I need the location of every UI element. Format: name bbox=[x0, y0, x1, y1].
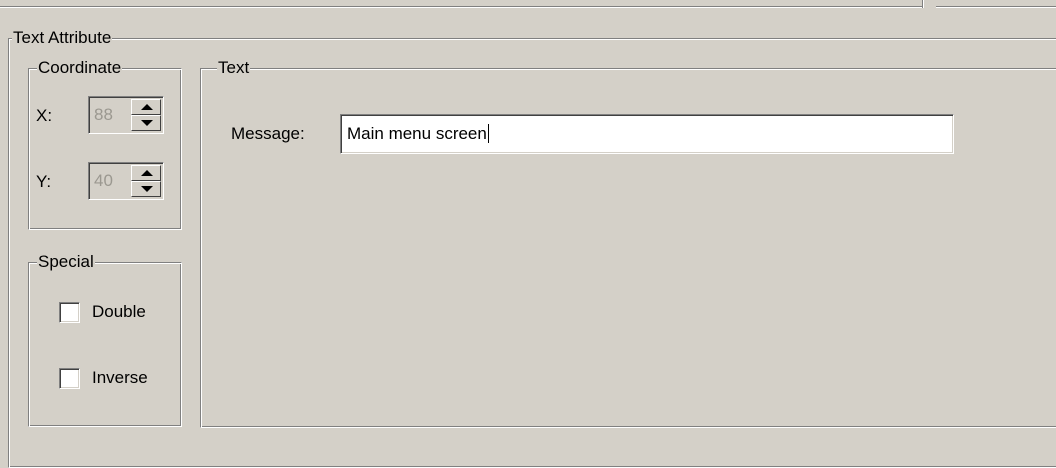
y-spin-down-button[interactable] bbox=[131, 181, 161, 197]
special-title: Special bbox=[37, 252, 95, 272]
triangle-up-icon bbox=[141, 104, 153, 110]
y-spin-up-button[interactable] bbox=[131, 165, 161, 181]
x-spinner-buttons bbox=[131, 99, 161, 131]
top-separator-highlight bbox=[923, 0, 924, 8]
x-spinner[interactable]: 88 bbox=[88, 96, 164, 134]
top-divider-right-highlight bbox=[936, 7, 1056, 8]
triangle-up-icon bbox=[141, 170, 153, 176]
x-spin-up-button[interactable] bbox=[131, 99, 161, 115]
double-label[interactable]: Double bbox=[92, 302, 146, 322]
top-border bbox=[0, 0, 1056, 10]
x-label: X: bbox=[36, 106, 53, 125]
coordinate-group: Coordinate bbox=[28, 58, 182, 230]
message-input[interactable]: Main menu screen bbox=[340, 114, 954, 154]
y-label: Y: bbox=[36, 172, 52, 191]
x-spin-down-button[interactable] bbox=[131, 115, 161, 131]
inverse-label[interactable]: Inverse bbox=[92, 368, 148, 388]
message-text: Main menu screen bbox=[347, 124, 487, 143]
message-input-value: Main menu screen bbox=[347, 124, 489, 144]
y-spinner[interactable]: 40 bbox=[88, 162, 164, 200]
double-checkbox[interactable] bbox=[59, 302, 80, 323]
inverse-checkbox[interactable] bbox=[59, 368, 80, 389]
top-divider-left-highlight bbox=[0, 7, 922, 8]
text-attribute-title: Text Attribute bbox=[12, 28, 113, 48]
message-label: Message: bbox=[231, 124, 305, 143]
text-caret bbox=[487, 124, 489, 143]
y-spinner-buttons bbox=[131, 165, 161, 197]
coordinate-title: Coordinate bbox=[37, 58, 123, 78]
text-title: Text bbox=[217, 58, 251, 78]
triangle-down-icon bbox=[141, 186, 153, 192]
special-group: Special bbox=[28, 252, 182, 427]
x-spinner-value: 88 bbox=[94, 105, 113, 124]
triangle-down-icon bbox=[141, 120, 153, 126]
y-spinner-value: 40 bbox=[94, 171, 113, 190]
